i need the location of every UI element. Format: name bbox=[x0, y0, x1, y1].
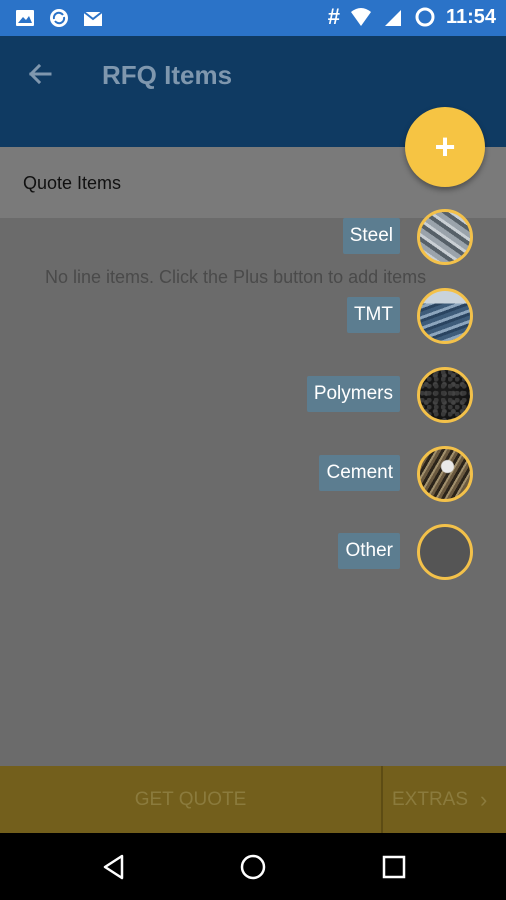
page-title: RFQ Items bbox=[102, 60, 233, 90]
quote-items-label: Quote Items bbox=[23, 173, 122, 193]
sync-icon bbox=[50, 9, 68, 27]
dial-item-tmt[interactable]: TMT bbox=[346, 297, 400, 333]
dial-label-cement[interactable]: Cement bbox=[319, 455, 400, 491]
dial-label-other[interactable]: Other bbox=[338, 533, 400, 569]
battery-icon bbox=[415, 7, 435, 27]
back-arrow-icon[interactable] bbox=[24, 58, 56, 90]
bottom-action-bar: GET QUOTE EXTRAS › bbox=[0, 766, 506, 833]
tmt-thumbnail[interactable] bbox=[417, 288, 473, 344]
dial-label-polymers[interactable]: Polymers bbox=[306, 376, 400, 412]
dial-label-tmt[interactable]: TMT bbox=[346, 297, 400, 333]
polymers-thumbnail[interactable] bbox=[417, 367, 473, 423]
clock: 11:54 bbox=[445, 5, 496, 28]
dial-item-steel[interactable]: Steel bbox=[342, 218, 400, 254]
extras-button[interactable]: EXTRAS › bbox=[383, 766, 506, 833]
steel-thumbnail[interactable] bbox=[417, 209, 473, 265]
dial-item-other[interactable]: Other bbox=[338, 533, 400, 569]
home-circle-icon[interactable] bbox=[239, 853, 267, 881]
chevron-right-icon: › bbox=[480, 786, 488, 812]
plus-icon: + bbox=[434, 126, 456, 167]
hash-indicator: # bbox=[327, 4, 340, 29]
wifi-icon bbox=[350, 8, 371, 26]
recents-square-icon[interactable] bbox=[380, 853, 408, 881]
dial-item-cement[interactable]: Cement bbox=[319, 455, 400, 491]
get-quote-button[interactable]: GET QUOTE bbox=[0, 766, 381, 833]
empty-state-text: No line items. Click the Plus button to … bbox=[45, 267, 427, 287]
image-icon bbox=[16, 10, 34, 26]
cement-thumbnail[interactable] bbox=[417, 446, 473, 502]
dial-item-polymers[interactable]: Polymers bbox=[306, 376, 400, 412]
mail-icon bbox=[83, 11, 103, 26]
dial-label-steel[interactable]: Steel bbox=[342, 218, 400, 254]
system-nav-bar bbox=[0, 833, 506, 900]
signal-icon bbox=[384, 10, 401, 26]
back-triangle-icon[interactable] bbox=[100, 853, 128, 881]
extras-label: EXTRAS bbox=[392, 788, 469, 810]
add-item-fab[interactable]: + bbox=[405, 107, 485, 187]
other-thumbnail[interactable] bbox=[417, 524, 473, 580]
status-bar: # 11:54 bbox=[0, 0, 506, 36]
